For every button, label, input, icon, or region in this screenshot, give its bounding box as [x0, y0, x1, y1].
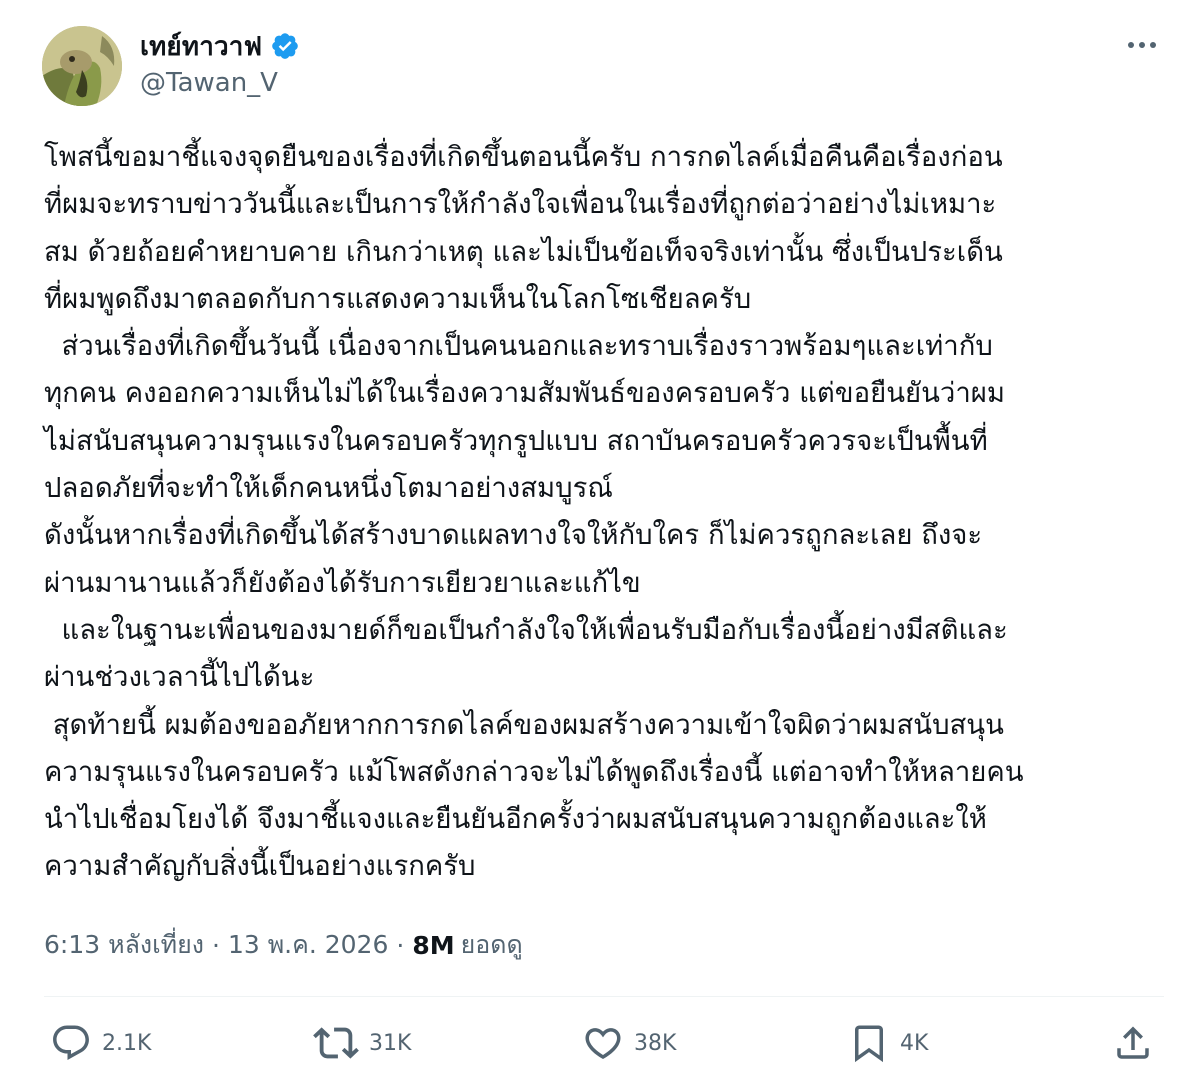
author-name-row: เทย์ทาวาฟ [140, 28, 300, 64]
tweet-text: โพสนี้ขอมาชี้แจงจุดยืนของเรื่องที่เกิดขึ… [44, 134, 1169, 891]
tweet-meta: 6:13 หลังเที่ยง · 13 พ.ค. 2026 · 8M ยอดด… [44, 925, 523, 965]
bookmark-button[interactable]: 4K [848, 1020, 928, 1066]
share-icon [1117, 1026, 1149, 1059]
tweet-text-line: ปลอดภัยที่จะทำให้เด็กคนหนึ่งโตมาอย่างสมบ… [44, 472, 613, 505]
tweet-text-line: และในฐานะเพื่อนของมายด์ก็ขอเป็นกำลังใจให… [44, 613, 1008, 646]
tweet-text-line: ความรุนแรงในครอบครัว แม้โพสดังกล่าวจะไม่… [44, 755, 1024, 788]
tweet-text-line: ความสำคัญกับสิ่งนี้เป็นอย่างแรกครับ [44, 850, 476, 883]
tweet-text-line: ส่วนเรื่องที่เกิดขึ้นวันนี้ เนื่องจากเป็… [44, 330, 993, 363]
retweet-button[interactable]: 31K [313, 1020, 411, 1066]
bookmark-icon [855, 1025, 883, 1063]
author-display-name[interactable]: เทย์ทาวาฟ [140, 26, 262, 67]
tweet-text-line: ผ่านช่วงเวลานี้ไปได้นะ [44, 661, 315, 694]
tweet-time[interactable]: 6:13 หลังเที่ยง [44, 925, 204, 965]
tweet-text-line: นำไปเชื่อมโยงได้ จึงมาชี้แจงและยืนยันอีก… [44, 803, 987, 836]
action-bar: 2.1K 31K 38K 4K [0, 1020, 1200, 1070]
views-label: ยอดดู [460, 930, 523, 959]
tweet-date[interactable]: 13 พ.ค. 2026 [228, 925, 388, 965]
tweet-text-line: ที่ผมจะทราบข่าววันนี้และเป็นการให้กำลังใ… [44, 188, 997, 221]
views-count: 8M [412, 930, 455, 960]
retweet-icon [313, 1027, 359, 1059]
divider [44, 996, 1164, 997]
tweet-text-line: ผ่านมานานแล้วก็ยังต้องได้รับการเยียวยาแล… [44, 566, 641, 599]
tweet-text-line: ไม่สนับสนุนความรุนแรงในครอบครัวทุกรูปแบบ… [44, 424, 988, 457]
more-options-button[interactable] [1124, 30, 1160, 60]
tweet-text-line: สม ด้วยถ้อยคำหยาบคาย เกินกว่าเหตุ และไม่… [44, 235, 1003, 268]
heart-icon [585, 1028, 621, 1060]
tweet-text-line: ดังนั้นหากเรื่องที่เกิดขึ้นได้สร้างบาดแผ… [44, 519, 983, 552]
tweet-text-line: สุดท้ายนี้ ผมต้องขออภัยหากการกดไลค์ของผม… [44, 708, 1004, 741]
reply-count: 2.1K [102, 1030, 152, 1056]
like-button[interactable]: 38K [582, 1020, 676, 1066]
more-dots-icon [1128, 42, 1156, 48]
tweet-text-line: โพสนี้ขอมาชี้แจงจุดยืนของเรื่องที่เกิดขึ… [44, 141, 1003, 173]
verified-badge-icon [270, 31, 300, 61]
tweet-text-line: ทุกคน คงออกความเห็นไม่ได้ในเรื่องความสัม… [44, 377, 1006, 410]
retweet-count: 31K [369, 1030, 412, 1056]
avatar-illustration-icon [42, 26, 122, 106]
reply-icon [53, 1025, 89, 1060]
tweet-text-line: ที่ผมพูดถึงมาตลอดกับการแสดงความเห็นในโลก… [44, 282, 752, 315]
meta-separator: · [211, 930, 220, 960]
author-handle[interactable]: @Tawan_V [140, 68, 278, 98]
like-count: 38K [634, 1030, 677, 1056]
bookmark-count: 4K [900, 1030, 929, 1056]
share-button[interactable] [1112, 1020, 1154, 1066]
meta-separator: · [396, 930, 405, 960]
reply-button[interactable]: 2.1K [50, 1020, 151, 1066]
tweet: เทย์ทาวาฟ @Tawan_V โพสนี้ขอมาชี้แจงจุดยื… [0, 0, 1200, 1070]
avatar[interactable] [42, 26, 122, 106]
